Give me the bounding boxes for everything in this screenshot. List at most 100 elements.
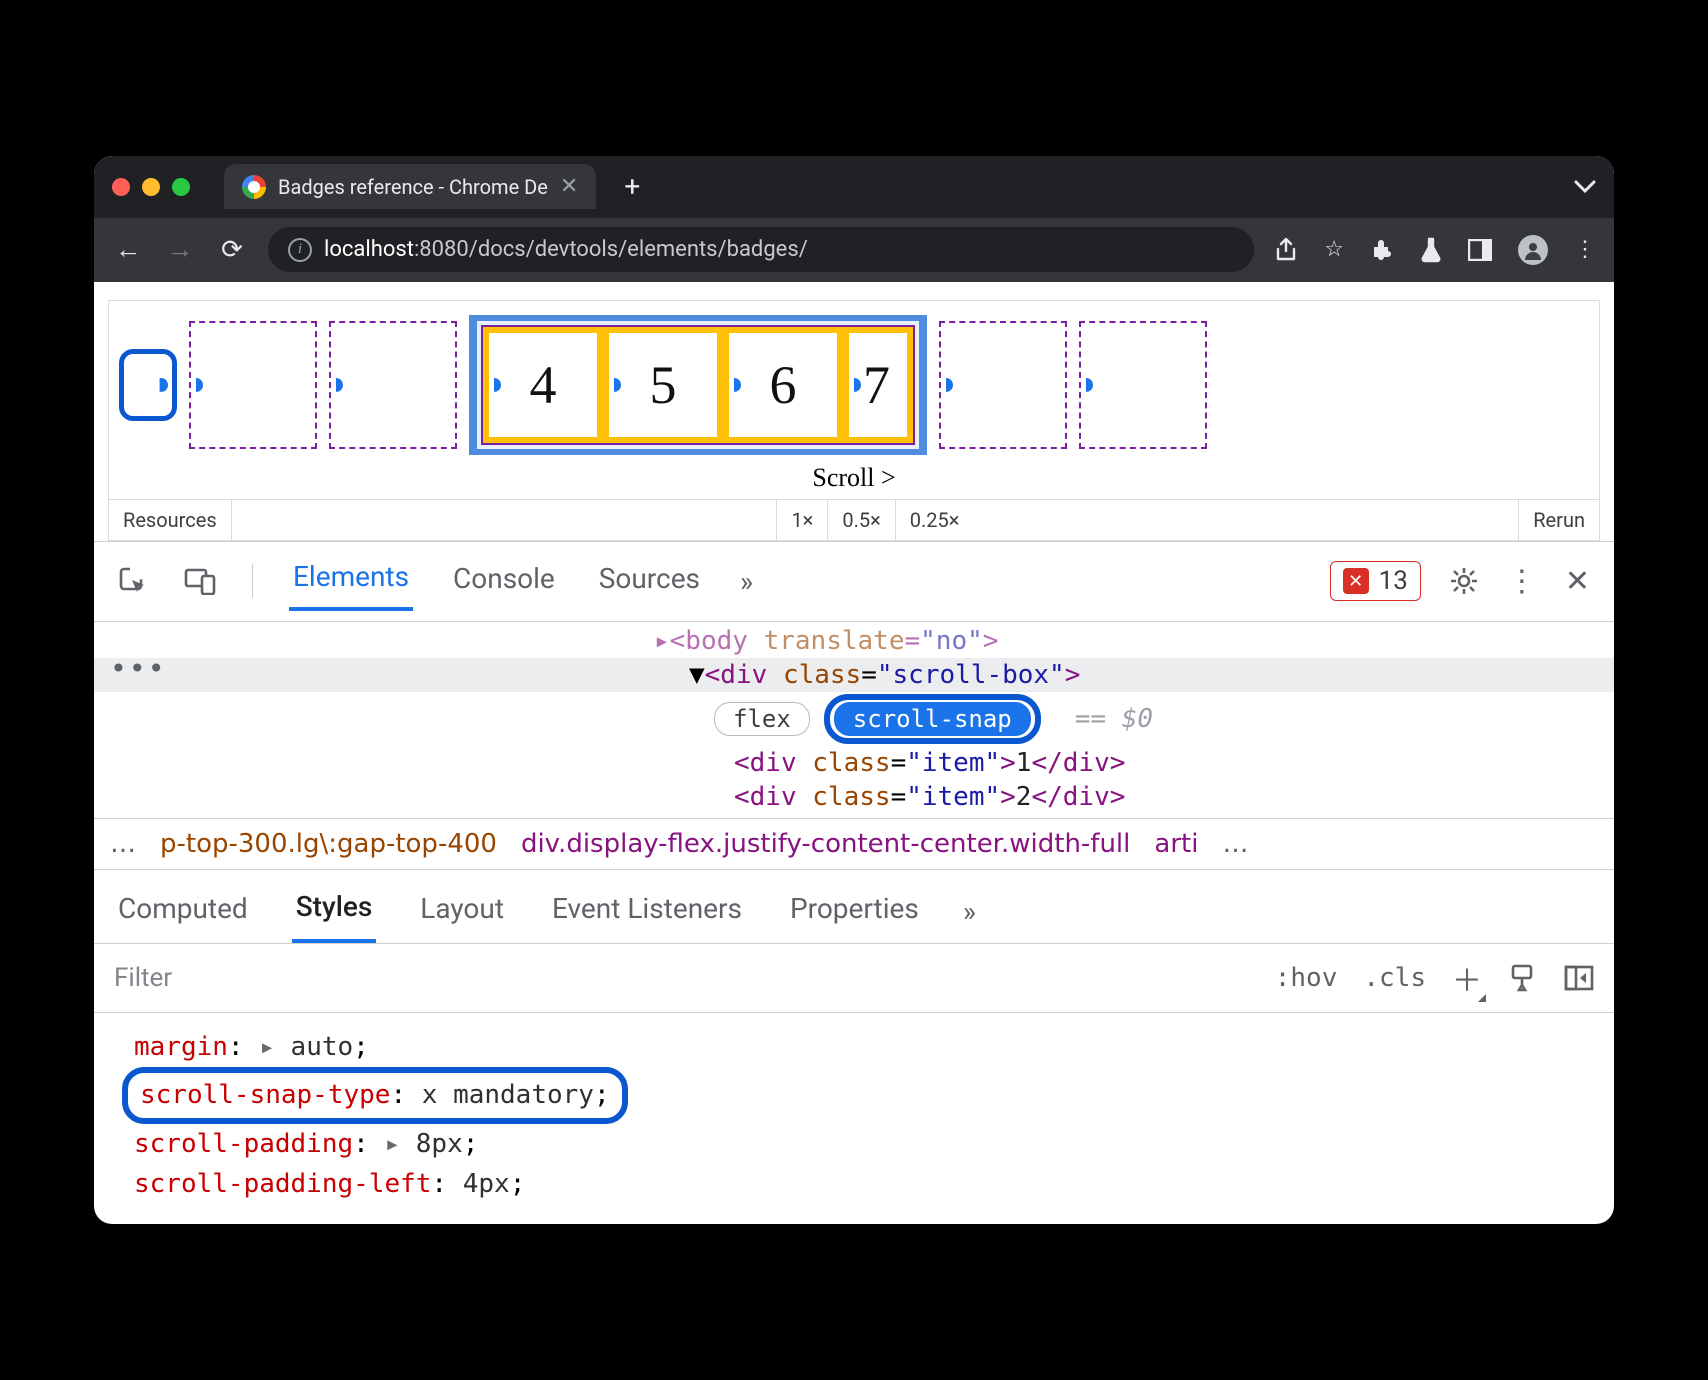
snap-point-icon <box>847 378 861 392</box>
more-styles-tabs-icon[interactable]: » <box>963 895 976 928</box>
new-tab-button[interactable]: + <box>610 170 654 203</box>
paint-icon[interactable] <box>1508 963 1538 993</box>
dom-node[interactable]: <div class="item">1</div> <box>94 746 1614 780</box>
breadcrumb-overflow-right[interactable]: … <box>1222 829 1248 859</box>
devtools-panel: Elements Console Sources » ✕ 13 ⋮ ✕ ••• … <box>94 541 1614 1224</box>
profile-avatar[interactable] <box>1518 235 1548 265</box>
scroll-snap-badge[interactable]: scroll-snap <box>834 702 1031 736</box>
tab-properties[interactable]: Properties <box>786 882 923 941</box>
styles-tabbar: Computed Styles Layout Event Listeners P… <box>94 870 1614 944</box>
dom-tree[interactable]: ••• ▸<body translate="no"> ▼<div class="… <box>94 622 1614 819</box>
tab-strip: Badges reference - Chrome De ✕ + <box>94 156 1614 218</box>
css-declaration[interactable]: scroll-padding-left: 4px; <box>134 1164 1614 1204</box>
tab-computed[interactable]: Computed <box>114 882 252 941</box>
inspect-icon[interactable] <box>118 566 148 596</box>
tab-elements[interactable]: Elements <box>289 552 413 611</box>
resources-button[interactable]: Resources <box>109 500 232 540</box>
devtools-tabbar: Elements Console Sources » ✕ 13 ⋮ ✕ <box>94 542 1614 622</box>
site-info-icon[interactable]: i <box>288 238 312 262</box>
chrome-favicon-icon <box>242 175 266 199</box>
zoom-option[interactable]: 0.25× <box>895 500 974 540</box>
zoom-option[interactable]: 0.5× <box>827 500 894 540</box>
maximize-window-icon[interactable] <box>172 178 190 196</box>
demo-container: 4 5 6 7 Scroll > <box>108 300 1600 500</box>
css-rules[interactable]: margin: ▸ auto; scroll-snap-type: x mand… <box>94 1013 1614 1224</box>
badge-row: flex scroll-snap == $0 <box>94 692 1614 746</box>
dom-node[interactable]: ▸<body translate="no"> <box>94 624 1614 658</box>
labs-icon[interactable] <box>1420 237 1442 263</box>
dom-breadcrumb[interactable]: … p-top-300.lg\:gap-top-400 div.display-… <box>94 819 1614 870</box>
dom-node[interactable]: <div class="item">2</div> <box>94 780 1614 814</box>
snap-marker <box>119 349 177 421</box>
toolbar-actions: ☆ ⋮ <box>1274 235 1596 265</box>
snap-point-icon <box>189 378 203 392</box>
item-label: 5 <box>650 354 677 416</box>
item-label: 7 <box>863 354 890 416</box>
browser-toolbar: ← → ⟳ i localhost:8080/docs/devtools/ele… <box>94 218 1614 282</box>
share-icon[interactable] <box>1274 237 1298 263</box>
css-declaration[interactable]: scroll-padding: ▸ 8px; <box>134 1124 1614 1164</box>
snap-point-icon <box>329 378 343 392</box>
tab-layout[interactable]: Layout <box>416 882 508 941</box>
css-declaration[interactable]: scroll-snap-type: x mandatory; <box>140 1080 610 1110</box>
extensions-icon[interactable] <box>1370 238 1394 262</box>
browser-window: Badges reference - Chrome De ✕ + ← → ⟳ i… <box>94 156 1614 1224</box>
viewport-inner: 4 5 6 7 <box>481 325 915 445</box>
close-tab-icon[interactable]: ✕ <box>560 174 578 199</box>
flex-badge[interactable]: flex <box>714 702 810 736</box>
snap-point-icon <box>727 378 741 392</box>
tab-styles[interactable]: Styles <box>292 880 377 943</box>
tab-console[interactable]: Console <box>449 554 559 609</box>
side-panel-icon[interactable] <box>1468 239 1492 261</box>
css-highlight-callout: scroll-snap-type: x mandatory; <box>122 1067 628 1123</box>
more-tabs-icon[interactable]: » <box>740 565 753 598</box>
scroll-item: 4 <box>483 327 603 443</box>
scroll-snap-callout: scroll-snap <box>824 694 1041 744</box>
snap-point-icon <box>607 378 621 392</box>
tab-event-listeners[interactable]: Event Listeners <box>548 882 746 941</box>
browser-menu-icon[interactable]: ⋮ <box>1574 237 1596 262</box>
close-devtools-icon[interactable]: ✕ <box>1565 564 1590 599</box>
browser-tab[interactable]: Badges reference - Chrome De ✕ <box>224 164 596 209</box>
address-bar[interactable]: i localhost:8080/docs/devtools/elements/… <box>268 227 1254 272</box>
device-toggle-icon[interactable] <box>184 567 216 595</box>
filter-input[interactable]: Filter <box>114 963 1249 993</box>
breadcrumb-overflow-left[interactable]: … <box>110 829 136 859</box>
dom-node-selected[interactable]: ▼<div class="scroll-box"> <box>94 658 1614 692</box>
breadcrumb-seg[interactable]: div.display-flex.justify-content-center.… <box>521 829 1130 859</box>
minimize-window-icon[interactable] <box>142 178 160 196</box>
back-button[interactable]: ← <box>112 234 144 265</box>
reload-button[interactable]: ⟳ <box>216 235 248 265</box>
snap-point-icon <box>1079 378 1093 392</box>
new-rule-icon[interactable]: ＋ <box>1452 956 1482 1000</box>
forward-button: → <box>164 234 196 265</box>
tab-sources[interactable]: Sources <box>595 554 704 609</box>
offscreen-item <box>189 321 317 449</box>
settings-icon[interactable] <box>1449 566 1479 596</box>
error-count: 13 <box>1379 566 1408 596</box>
hov-toggle[interactable]: :hov <box>1275 963 1338 993</box>
scroll-box[interactable]: 4 5 6 7 <box>119 315 1589 455</box>
scroll-item: 6 <box>723 327 843 443</box>
bookmark-icon[interactable]: ☆ <box>1324 237 1344 262</box>
css-declaration[interactable]: margin: ▸ auto; <box>134 1027 1614 1067</box>
scroll-caption: Scroll > <box>119 463 1589 493</box>
error-count-badge[interactable]: ✕ 13 <box>1330 561 1421 601</box>
offscreen-item <box>1079 321 1207 449</box>
devtools-menu-icon[interactable]: ⋮ <box>1507 564 1537 599</box>
zoom-option[interactable]: 1× <box>776 500 827 540</box>
selected-marker: == $0 <box>1075 704 1153 734</box>
close-window-icon[interactable] <box>112 178 130 196</box>
styles-filter-bar: Filter :hov .cls ＋ <box>94 944 1614 1013</box>
tab-overflow-icon[interactable] <box>1574 180 1596 194</box>
breadcrumb-seg[interactable]: p-top-300.lg\:gap-top-400 <box>160 829 497 859</box>
breadcrumb-seg[interactable]: arti <box>1154 829 1198 859</box>
tab-title: Badges reference - Chrome De <box>278 175 548 199</box>
url-text: localhost:8080/docs/devtools/elements/ba… <box>324 237 808 262</box>
cls-toggle[interactable]: .cls <box>1363 963 1426 993</box>
page-content: 4 5 6 7 Scroll > Resources 1× 0.5× 0.25×… <box>94 282 1614 541</box>
rerun-button[interactable]: Rerun <box>1518 500 1599 540</box>
snap-point-icon <box>939 378 953 392</box>
scroll-item: 7 <box>843 327 913 443</box>
toggle-sidebar-icon[interactable] <box>1564 965 1594 991</box>
